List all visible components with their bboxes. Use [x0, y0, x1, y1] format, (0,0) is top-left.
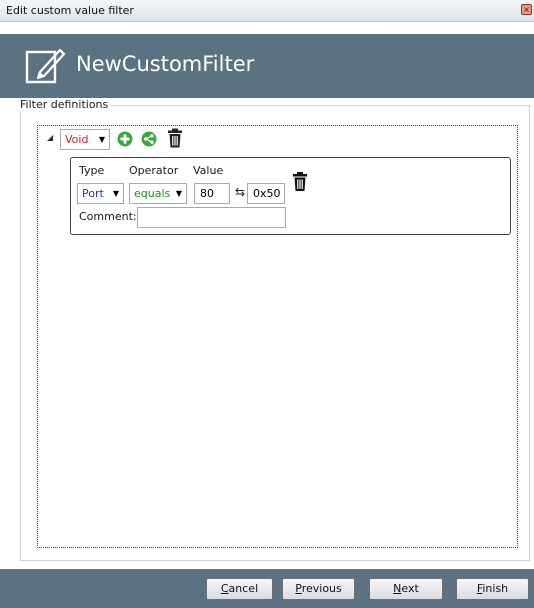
- previous-button[interactable]: Previous: [282, 578, 355, 600]
- filter-definitions-legend: Filter definitions: [19, 98, 112, 111]
- value-decimal-input[interactable]: 80: [194, 183, 230, 204]
- type-label: Type: [79, 164, 105, 177]
- cancel-label: ancel: [228, 582, 259, 595]
- value-label: Value: [193, 164, 224, 177]
- chevron-down-icon: ▼: [98, 135, 105, 144]
- header-banner: NewCustomFilter: [0, 34, 534, 98]
- operator-dropdown[interactable]: equals ▼: [129, 183, 187, 204]
- trash-icon[interactable]: [292, 171, 308, 192]
- group-operator-dropdown[interactable]: Void ▼: [60, 129, 110, 150]
- next-button[interactable]: Next: [369, 578, 443, 600]
- finish-button[interactable]: Finish: [456, 578, 529, 600]
- collapse-arrow-icon[interactable]: ◢: [47, 133, 53, 142]
- share-icon[interactable]: [141, 131, 157, 147]
- close-button[interactable]: ×: [521, 4, 532, 15]
- next-label: ext: [401, 582, 419, 595]
- value-hex-input[interactable]: 0x50: [247, 183, 285, 204]
- chevron-down-icon: ▼: [112, 189, 119, 198]
- title-bar: Edit custom value filter ×: [0, 0, 534, 22]
- previous-label: revious: [301, 582, 342, 595]
- type-dropdown[interactable]: Port ▼: [77, 183, 124, 204]
- cancel-button[interactable]: Cancel: [206, 578, 273, 600]
- cancel-access-key: C: [220, 582, 229, 595]
- filter-name-title: NewCustomFilter: [76, 52, 255, 76]
- trash-icon[interactable]: [167, 128, 183, 148]
- comment-label: Comment:: [79, 210, 137, 223]
- edit-document-icon: [25, 48, 66, 84]
- type-value: Port: [82, 187, 104, 200]
- chevron-down-icon: ▼: [175, 189, 182, 198]
- window-title: Edit custom value filter: [6, 4, 134, 17]
- operator-value: equals: [134, 187, 171, 200]
- swap-format-icon[interactable]: ⇆: [235, 185, 245, 199]
- group-operator-value: Void: [65, 133, 89, 146]
- add-icon[interactable]: [117, 131, 133, 147]
- operator-label: Operator: [129, 164, 179, 177]
- comment-input[interactable]: [137, 207, 286, 228]
- finish-label: inish: [482, 582, 509, 595]
